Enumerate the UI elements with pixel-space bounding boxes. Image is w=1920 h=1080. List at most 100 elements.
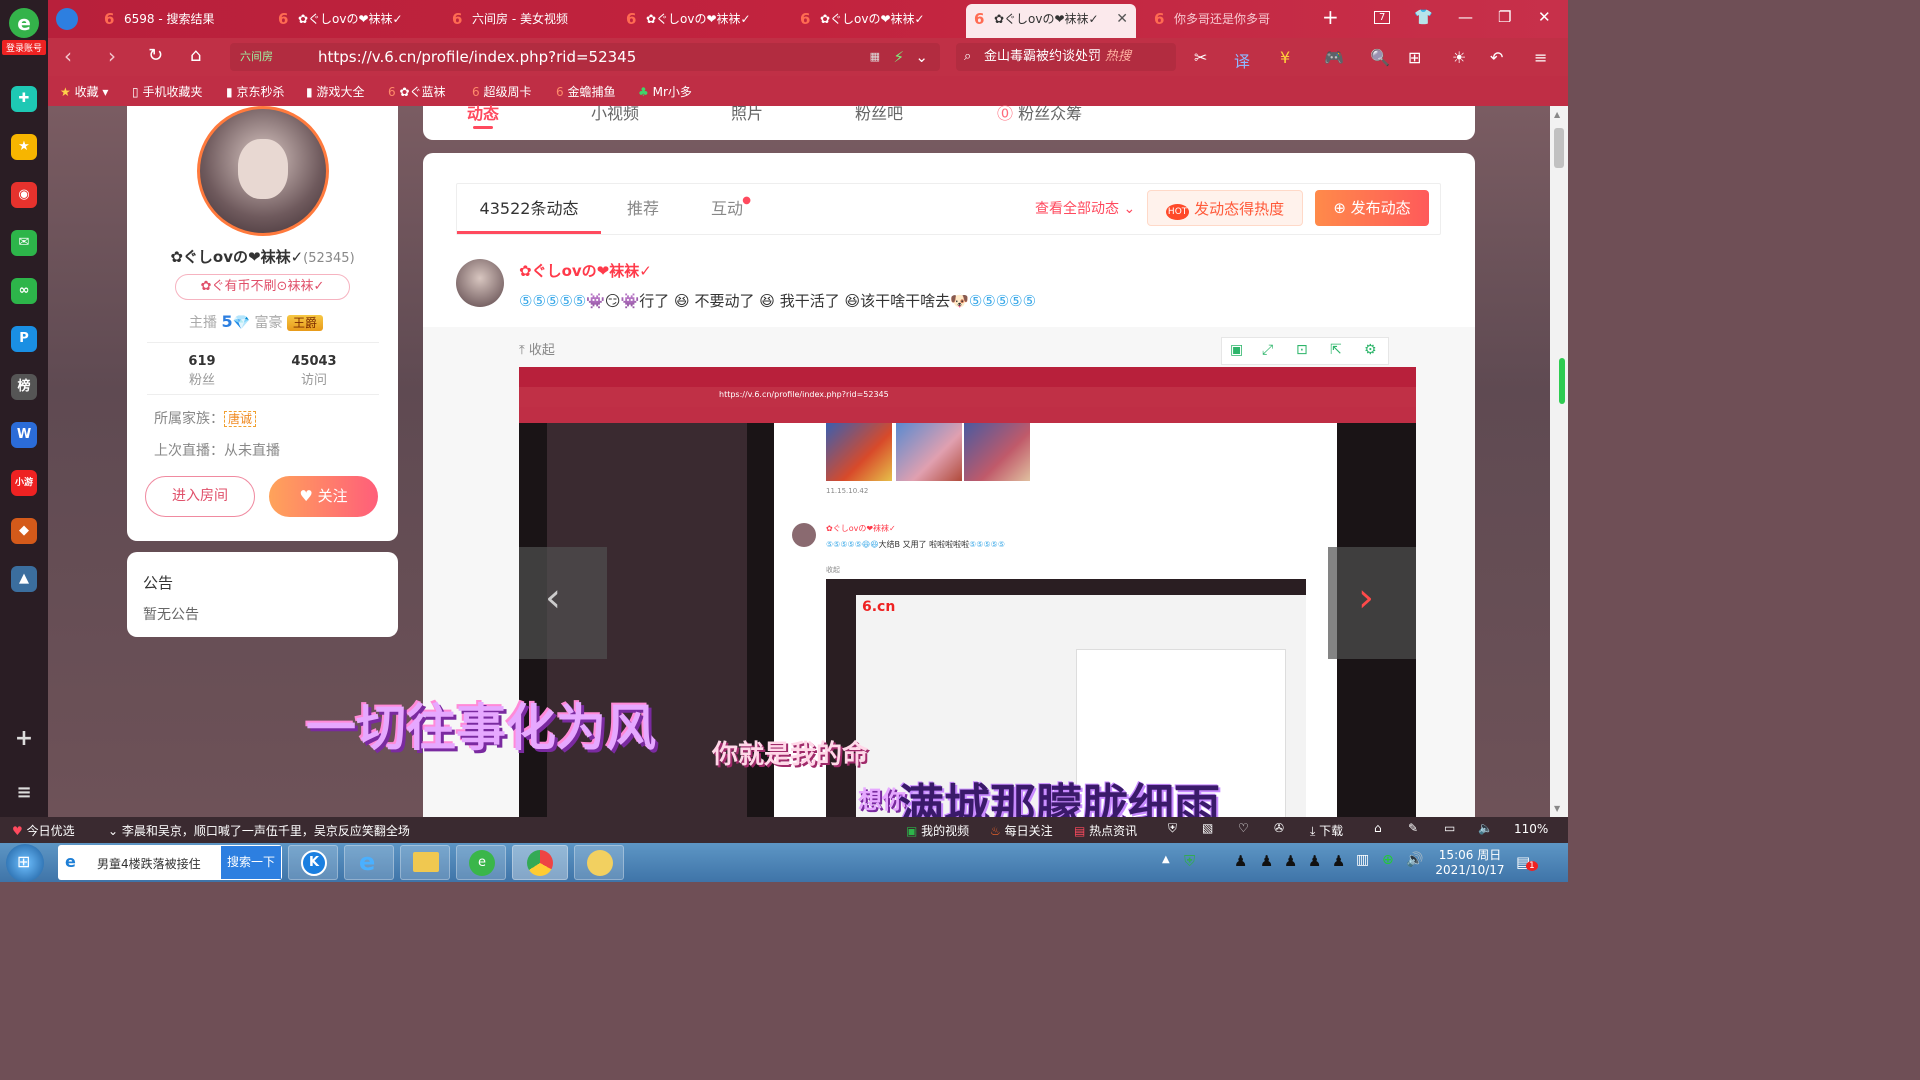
shield-icon[interactable]: ⛨ — [1168, 821, 1177, 836]
news-ticker[interactable]: ⌄ 李晨和吴京，顺口喊了一声伍千里，吴京反应笑翻全场 — [108, 822, 410, 839]
tab-photos[interactable]: 照片 — [731, 100, 763, 124]
tab-all-posts[interactable]: 43522条动态 — [457, 184, 601, 234]
zoom-level[interactable]: 110% — [1514, 822, 1548, 836]
scroll-up-icon[interactable]: ▲ — [1554, 110, 1560, 119]
star-icon[interactable]: ★ — [11, 134, 37, 160]
search-box[interactable]: ⌕ 金山毒霸被约谈处罚 热搜 — [956, 43, 1176, 71]
close-window-button[interactable]: ✕ — [1538, 8, 1551, 26]
tab-crowdfunding[interactable]: ⓪ 粉丝众筹 — [997, 100, 1082, 124]
game2-icon[interactable]: ◆ — [11, 518, 37, 544]
browser-home-tab[interactable] — [48, 4, 88, 38]
tab-count-button[interactable]: 7 — [1374, 11, 1391, 24]
notification-icon[interactable]: ▤ 1 — [1516, 853, 1538, 871]
brightness-icon[interactable]: ☀ — [1452, 48, 1466, 67]
login-label[interactable]: 登录账号 — [2, 40, 46, 55]
chain-icon[interactable]: ∞ — [11, 278, 37, 304]
close-tab-icon[interactable]: ✕ — [1116, 4, 1128, 34]
bookmark-mobile[interactable]: ▯ 手机收藏夹 — [132, 83, 202, 100]
new-tab-button[interactable]: + — [1322, 5, 1339, 29]
today-picks[interactable]: ♥ 今日优选 — [12, 822, 75, 839]
taskbar-ie[interactable]: e — [344, 845, 394, 880]
download-button[interactable]: ⤓ 下载 — [1310, 822, 1343, 839]
scroll-thumb[interactable] — [1554, 128, 1564, 168]
taskbar-chrome[interactable] — [512, 845, 568, 880]
settings-icon[interactable]: ⚙ — [1364, 342, 1377, 358]
tab-5[interactable]: 6 ✿ぐしovの❤袜袜✓ — [792, 4, 962, 38]
taskbar-k-app[interactable]: K — [288, 845, 338, 880]
bookmark-games[interactable]: ▮ 游戏大全 — [306, 83, 364, 100]
tray-qq-icon[interactable]: ♟ — [1260, 852, 1273, 870]
weibo-icon[interactable]: ◉ — [11, 182, 37, 208]
tab-3[interactable]: 6 六间房 - 美女视频 — [444, 4, 614, 38]
tab-2[interactable]: 6 ✿ぐしovの❤袜袜✓ — [270, 4, 440, 38]
browser-logo[interactable]: e 登录账号 — [2, 8, 46, 60]
menu-icon[interactable]: ≡ — [1534, 48, 1547, 67]
refresh-icon[interactable]: ↻ — [148, 46, 163, 66]
bookmark-jd[interactable]: ▮ 京东秒杀 — [226, 83, 284, 100]
post-author[interactable]: ✿ぐしovの❤袜袜✓ — [519, 260, 652, 281]
zoom-search-icon[interactable]: 🔍 — [1370, 48, 1390, 67]
tray-shield-icon[interactable]: ⛨ — [1184, 852, 1195, 870]
game3-icon[interactable]: ▲ — [11, 566, 37, 592]
enter-room-button[interactable]: 进入房间 — [145, 476, 255, 517]
minimize-button[interactable]: — — [1458, 8, 1473, 26]
lightning-icon[interactable]: ⚡ — [893, 43, 904, 71]
tab-6-active[interactable]: 6 ✿ぐしovの❤袜袜✓ ✕ — [966, 4, 1136, 38]
ie-news-button[interactable]: e 男童4楼跌落被接住 搜索一下 — [58, 845, 282, 880]
word-icon[interactable]: W — [11, 422, 37, 448]
sound-icon[interactable]: 🔈 — [1478, 821, 1493, 835]
publish-post-button[interactable]: ⊕ 发布动态 — [1315, 190, 1429, 226]
bookmark-favorites[interactable]: ★ 收藏 ▾ — [60, 83, 108, 100]
tab-7[interactable]: 6 你多哥还是你多哥 — [1146, 4, 1316, 38]
tab-fan-forum[interactable]: 粉丝吧 — [855, 100, 903, 124]
scissors-icon[interactable]: ✂ — [1194, 48, 1207, 67]
tray-qq-icon[interactable]: ♟ — [1234, 852, 1247, 870]
coin-icon[interactable]: ¥ — [1280, 48, 1290, 67]
follow-button[interactable]: ♥ 关注 — [269, 476, 378, 517]
view-all-dropdown[interactable]: 查看全部动态 ⌄ — [1035, 198, 1135, 218]
share-icon[interactable]: ⇱ — [1330, 342, 1342, 358]
tray-qq-icon[interactable]: ♟ — [1284, 852, 1297, 870]
tray-qq-icon[interactable]: ♟ — [1332, 852, 1345, 870]
taskbar-explorer[interactable] — [400, 845, 450, 880]
tab-interact[interactable]: 互动 ● — [711, 184, 751, 234]
add-app-icon[interactable]: + — [11, 726, 37, 752]
bookmark-lanwa[interactable]: 6 ✿ぐ蓝袜 — [388, 83, 446, 100]
clock[interactable]: 15:06 周日 2021/10/17 — [1430, 846, 1510, 877]
notes-icon[interactable]: ✎ — [1408, 821, 1418, 835]
daily-focus[interactable]: ♨ 每日关注 — [990, 822, 1053, 839]
next-image-button[interactable]: › — [1328, 547, 1416, 659]
plus-cross-icon[interactable]: ✚ — [11, 86, 37, 112]
side-scroll-indicator[interactable] — [1559, 358, 1565, 404]
undo-icon[interactable]: ↶ — [1490, 48, 1503, 67]
tray-network-icon[interactable]: ▥ — [1356, 852, 1369, 868]
qr-icon[interactable]: ▦ — [870, 43, 880, 71]
tray-qq-icon[interactable]: ♟ — [1308, 852, 1321, 870]
chevron-down-icon[interactable]: ⌄ — [915, 43, 928, 71]
shirt-icon[interactable]: 👕 — [1414, 8, 1433, 26]
fans-stat[interactable]: 619 粉丝 — [167, 354, 237, 388]
forward-icon[interactable]: › — [108, 46, 116, 66]
mail-icon[interactable]: ✉ — [11, 230, 37, 256]
fan-medal[interactable]: ✿ぐ有币不刷⊙袜袜✓ — [175, 274, 350, 300]
fan-icon[interactable]: ✇ — [1274, 821, 1284, 835]
scroll-down-icon[interactable]: ▼ — [1554, 804, 1560, 813]
back-icon[interactable]: ‹ — [64, 46, 72, 66]
tray-plus-icon[interactable]: ⊕ — [1382, 852, 1394, 868]
hot-news[interactable]: ▤ 热点资讯 — [1074, 822, 1137, 839]
scrollbar[interactable]: ▲ ▼ — [1550, 106, 1568, 817]
tab-4[interactable]: 6 ✿ぐしovの❤袜袜✓ — [618, 4, 788, 38]
save-image-icon[interactable]: ⊡ — [1296, 342, 1308, 358]
fit-icon[interactable]: ▣ — [1230, 342, 1243, 358]
url-field[interactable]: 六间房 https://v.6.cn/profile/index.php?rid… — [230, 43, 940, 71]
tab-1[interactable]: 6 6598 - 搜索结果 — [96, 4, 266, 38]
my-video[interactable]: ▣ 我的视频 — [906, 822, 969, 839]
taskbar-360[interactable]: e — [456, 845, 506, 880]
grid-icon[interactable]: ⊞ — [1408, 48, 1421, 67]
home-icon[interactable]: ⌂ — [190, 46, 201, 66]
start-button[interactable]: ⊞ — [6, 844, 44, 882]
sidebar-menu-icon[interactable]: ≡ — [11, 780, 37, 806]
bookmark-mrxiaoduo[interactable]: ♣ Mr小多 — [638, 83, 692, 100]
prev-image-button[interactable]: ‹ — [519, 547, 607, 659]
tray-volume-icon[interactable]: 🔊 — [1406, 852, 1423, 868]
